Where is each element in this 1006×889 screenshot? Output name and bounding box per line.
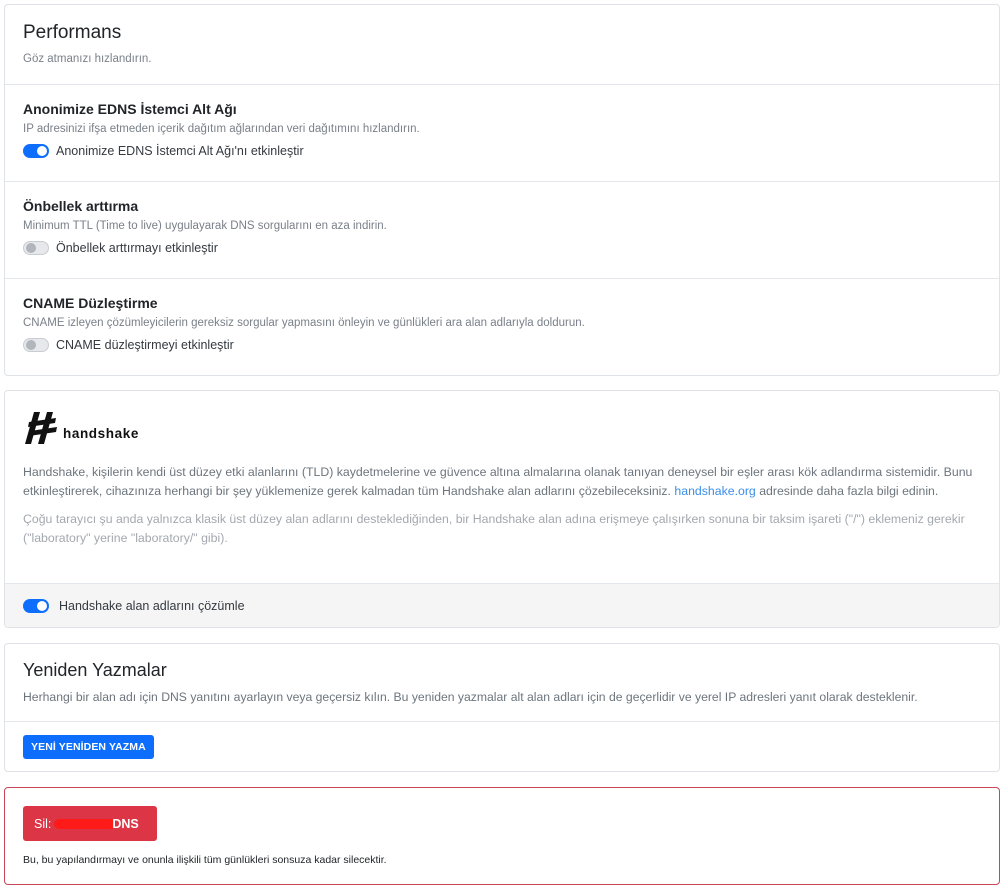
rewrites-title: Yeniden Yazmalar: [23, 660, 167, 680]
edns-toggle-label: Anonimize EDNS İstemci Alt Ağı'nı etkinl…: [56, 144, 304, 158]
cname-flattening-title: CNAME Düzleştirme: [23, 295, 158, 311]
handshake-description-suffix: adresinde daha fazla bilgi edinin.: [759, 484, 939, 498]
cname-flattening-toggle[interactable]: [23, 338, 49, 352]
edns-toggle[interactable]: [23, 144, 49, 158]
handshake-toggle-label: Handshake alan adlarını çözümle: [59, 598, 245, 613]
cache-boost-description: Minimum TTL (Time to live) uygulayarak D…: [23, 220, 387, 232]
handshake-body: handshake Handshake, kişilerin kendi üst…: [5, 391, 999, 584]
handshake-card: handshake Handshake, kişilerin kendi üst…: [4, 390, 1000, 628]
edns-title: Anonimize EDNS İstemci Alt Ağı: [23, 101, 237, 117]
toggle-knob: [26, 243, 36, 253]
toggle-knob: [37, 146, 47, 156]
delete-button-prefix: Sil:: [34, 816, 52, 831]
toggle-knob: [37, 600, 47, 611]
cname-flattening-description: CNAME izleyen çözümleyicilerin gereksiz …: [23, 317, 585, 329]
rewrites-description: Herhangi bir alan adı için DNS yanıtını …: [23, 690, 918, 704]
handshake-link[interactable]: handshake.org: [674, 484, 755, 498]
cname-flattening-setting: CNAME Düzleştirme CNAME izleyen çözümley…: [5, 279, 999, 375]
cache-boost-title: Önbellek arttırma: [23, 198, 139, 214]
handshake-toggle[interactable]: [23, 598, 49, 613]
performance-subtitle: Göz atmanızı hızlandırın.: [23, 53, 152, 65]
rewrites-header: Yeniden Yazmalar Herhangi bir alan adı i…: [5, 644, 999, 722]
handshake-toggle-footer: Handshake alan adlarını çözümle: [5, 584, 999, 627]
rewrites-actions: YENİ YENİDEN YAZMA: [5, 722, 999, 771]
cache-boost-setting: Önbellek arttırma Minimum TTL (Time to l…: [5, 182, 999, 279]
danger-zone-card: Sil: DNS Bu, bu yapılandırmayı ve onunla…: [4, 787, 1000, 885]
cname-flattening-toggle-row: CNAME düzleştirmeyi etkinleştir: [23, 338, 999, 352]
handshake-note: Çoğu tarayıcı şu anda yalnızca klasik üs…: [23, 512, 965, 545]
cache-boost-toggle[interactable]: [23, 241, 49, 255]
redacted-config-name: [54, 819, 117, 829]
danger-zone-body: Sil: DNS Bu, bu yapılandırmayı ve onunla…: [5, 788, 999, 866]
danger-warning: Bu, bu yapılandırmayı ve onunla ilişkili…: [23, 854, 387, 866]
edns-description: IP adresinizi ifşa etmeden içerik dağıtı…: [23, 123, 420, 135]
performance-header: Performans Göz atmanızı hızlandırın.: [5, 5, 999, 85]
rewrites-card: Yeniden Yazmalar Herhangi bir alan adı i…: [4, 643, 1000, 772]
handshake-logo: handshake: [23, 409, 981, 447]
edns-setting: Anonimize EDNS İstemci Alt Ağı IP adresi…: [5, 85, 999, 182]
performance-title: Performans: [23, 22, 122, 43]
toggle-knob: [26, 340, 36, 350]
handshake-logo-text: handshake: [63, 425, 139, 441]
cache-boost-toggle-label: Önbellek arttırmayı etkinleştir: [56, 241, 218, 255]
delete-button-suffix: DNS: [112, 816, 139, 831]
edns-toggle-row: Anonimize EDNS İstemci Alt Ağı'nı etkinl…: [23, 144, 999, 158]
handshake-description: Handshake, kişilerin kendi üst düzey etk…: [23, 463, 981, 501]
cache-boost-toggle-row: Önbellek arttırmayı etkinleştir: [23, 241, 999, 255]
cname-flattening-toggle-label: CNAME düzleştirmeyi etkinleştir: [56, 338, 234, 352]
performance-card: Performans Göz atmanızı hızlandırın. Ano…: [4, 4, 1000, 376]
delete-configuration-button[interactable]: Sil: DNS: [23, 806, 157, 841]
handshake-logo-icon: [25, 412, 57, 444]
new-rewrite-button[interactable]: YENİ YENİDEN YAZMA: [23, 735, 154, 759]
